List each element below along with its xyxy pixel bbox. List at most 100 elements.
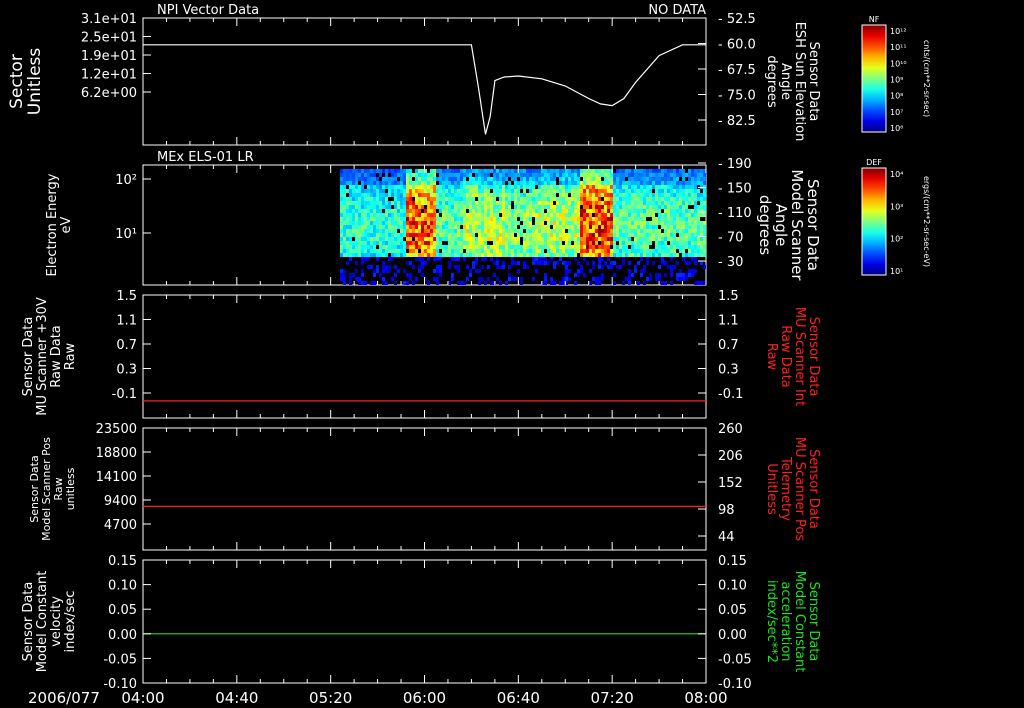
heatmap-cell	[652, 205, 655, 209]
heatmap-cell	[613, 177, 616, 181]
heatmap-cell	[490, 209, 493, 213]
heatmap-cell	[487, 265, 490, 269]
heatmap-cell	[655, 245, 658, 249]
heatmap-cell	[409, 273, 412, 277]
heatmap-cell	[571, 229, 574, 233]
heatmap-cell	[640, 245, 643, 249]
heatmap-cell	[520, 245, 523, 249]
heatmap-cell	[496, 189, 499, 193]
heatmap-cell	[451, 201, 454, 205]
heatmap-cell	[481, 205, 484, 209]
heatmap-cell	[454, 169, 457, 173]
heatmap-cell	[457, 253, 460, 257]
heatmap-cell	[658, 181, 661, 185]
heatmap-cell	[514, 205, 517, 209]
heatmap-cell	[430, 181, 433, 185]
heatmap-cell	[631, 241, 634, 245]
heatmap-cell	[355, 249, 358, 253]
heatmap-cell	[370, 209, 373, 213]
heatmap-cell	[607, 181, 610, 185]
heatmap-cell	[487, 213, 490, 217]
heatmap-cell	[646, 185, 649, 189]
heatmap-cell	[478, 205, 481, 209]
heatmap-cell	[436, 221, 439, 225]
heatmap-cell	[616, 201, 619, 205]
heatmap-cell	[604, 189, 607, 193]
heatmap-cell	[457, 201, 460, 205]
heatmap-cell	[397, 209, 400, 213]
heatmap-cell	[379, 249, 382, 253]
heatmap-cell	[397, 193, 400, 197]
heatmap-cell	[541, 237, 544, 241]
heatmap-cell	[538, 213, 541, 217]
heatmap-cell	[421, 169, 424, 173]
heatmap-cell	[700, 237, 703, 241]
heatmap-cell	[625, 169, 628, 173]
heatmap-cell	[442, 173, 445, 177]
heatmap-cell	[640, 253, 643, 257]
heatmap-cell	[340, 241, 343, 245]
heatmap-cell	[565, 237, 568, 241]
heatmap-cell	[424, 189, 427, 193]
heatmap-cell	[511, 177, 514, 181]
heatmap-cell	[550, 229, 553, 233]
heatmap-cell	[547, 217, 550, 221]
heatmap-cell	[544, 281, 547, 285]
heatmap-cell	[340, 185, 343, 189]
heatmap-cell	[694, 177, 697, 181]
heatmap-cell	[544, 181, 547, 185]
heatmap-cell	[394, 237, 397, 241]
heatmap-cell	[559, 233, 562, 237]
heatmap-cell	[376, 269, 379, 273]
heatmap-cell	[649, 225, 652, 229]
heatmap-cell	[382, 277, 385, 281]
heatmap-cell	[700, 197, 703, 201]
heatmap-cell	[373, 221, 376, 225]
heatmap-cell	[472, 217, 475, 221]
heatmap-cell	[688, 189, 691, 193]
heatmap-cell	[496, 181, 499, 185]
heatmap-cell	[664, 209, 667, 213]
heatmap-cell	[586, 185, 589, 189]
heatmap-cell	[508, 169, 511, 173]
heatmap-cell	[568, 197, 571, 201]
heatmap-cell	[499, 201, 502, 205]
heatmap-cell	[511, 249, 514, 253]
heatmap-cell	[547, 225, 550, 229]
left-axis-label: Electron Energy	[45, 173, 60, 276]
heatmap-cell	[364, 173, 367, 177]
heatmap-cell	[637, 193, 640, 197]
heatmap-cell	[475, 229, 478, 233]
heatmap-cell	[643, 209, 646, 213]
heatmap-cell	[454, 213, 457, 217]
heatmap-cell	[439, 245, 442, 249]
heatmap-cell	[352, 273, 355, 277]
heatmap-cell	[523, 181, 526, 185]
heatmap-cell	[445, 209, 448, 213]
heatmap-cell	[631, 213, 634, 217]
heatmap-cell	[352, 225, 355, 229]
heatmap-cell	[625, 173, 628, 177]
heatmap-cell	[352, 229, 355, 233]
heatmap-cell	[442, 225, 445, 229]
heatmap-cell	[355, 253, 358, 257]
heatmap-cell	[397, 269, 400, 273]
heatmap-cell	[655, 201, 658, 205]
heatmap-cell	[427, 281, 430, 285]
heatmap-cell	[562, 173, 565, 177]
heatmap-cell	[403, 201, 406, 205]
heatmap-cell	[448, 225, 451, 229]
heatmap-cell	[457, 169, 460, 173]
heatmap-cell	[586, 213, 589, 217]
heatmap-cell	[682, 253, 685, 257]
heatmap-cell	[526, 169, 529, 173]
heatmap-cell	[427, 217, 430, 221]
heatmap-cell	[598, 257, 601, 261]
heatmap-cell	[553, 181, 556, 185]
heatmap-cell	[445, 217, 448, 221]
heatmap-cell	[391, 277, 394, 281]
heatmap-cell	[343, 169, 346, 173]
heatmap-cell	[535, 245, 538, 249]
heatmap-cell	[541, 241, 544, 245]
heatmap-cell	[562, 193, 565, 197]
